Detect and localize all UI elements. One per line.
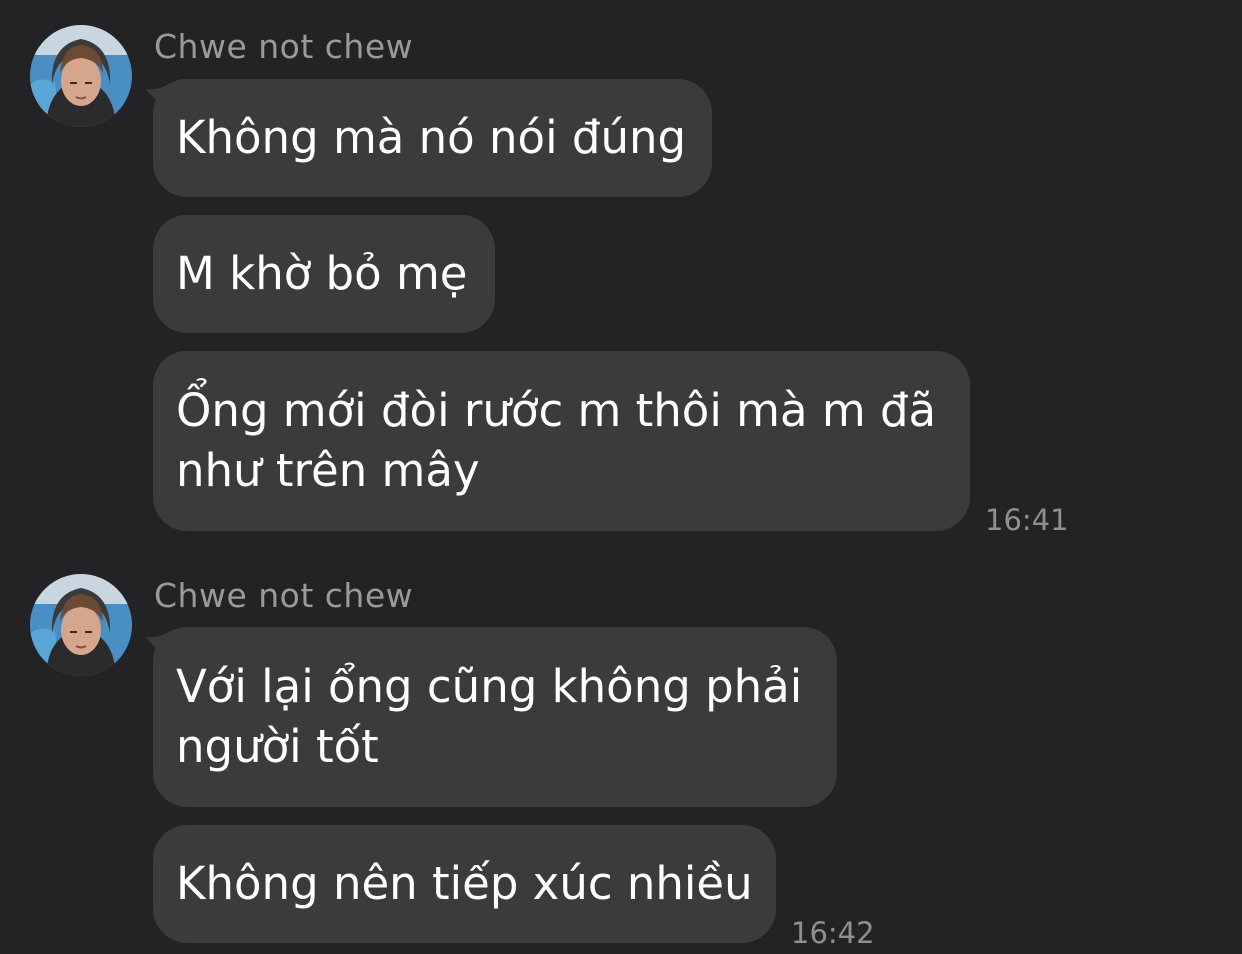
avatar[interactable] [30,574,132,676]
message-text: Không mà nó nói đúng [176,111,687,164]
message-text: Ổng mới đòi rước m thôi mà m đã như trên… [176,384,937,497]
message-time: 16:42 [791,916,875,950]
message-bubble[interactable]: Với lại ổng cũng không phải người tốt [153,627,837,807]
sender-name: Chwe not chew [154,576,414,615]
message-text: Với lại ổng cũng không phải người tốt [176,660,803,773]
avatar-photo-icon [30,25,132,127]
message-text: Không nên tiếp xúc nhiều [176,857,753,910]
message-time: 16:41 [985,503,1069,537]
message-group: Chwe not chew Không mà nó nói đúng M khờ… [0,0,1242,540]
sender-name: Chwe not chew [154,27,414,66]
message-text: M khờ bỏ mẹ [176,247,468,300]
message-group: Chwe not chew Với lại ổng cũng không phả… [0,549,1242,954]
message-bubble[interactable]: Ổng mới đòi rước m thôi mà m đã như trên… [153,351,970,531]
message-bubble[interactable]: Không mà nó nói đúng [153,79,712,197]
avatar[interactable] [30,25,132,127]
avatar-photo-icon [30,574,132,676]
message-bubble[interactable]: Không nên tiếp xúc nhiều [153,825,776,943]
message-bubble[interactable]: M khờ bỏ mẹ [153,215,495,333]
